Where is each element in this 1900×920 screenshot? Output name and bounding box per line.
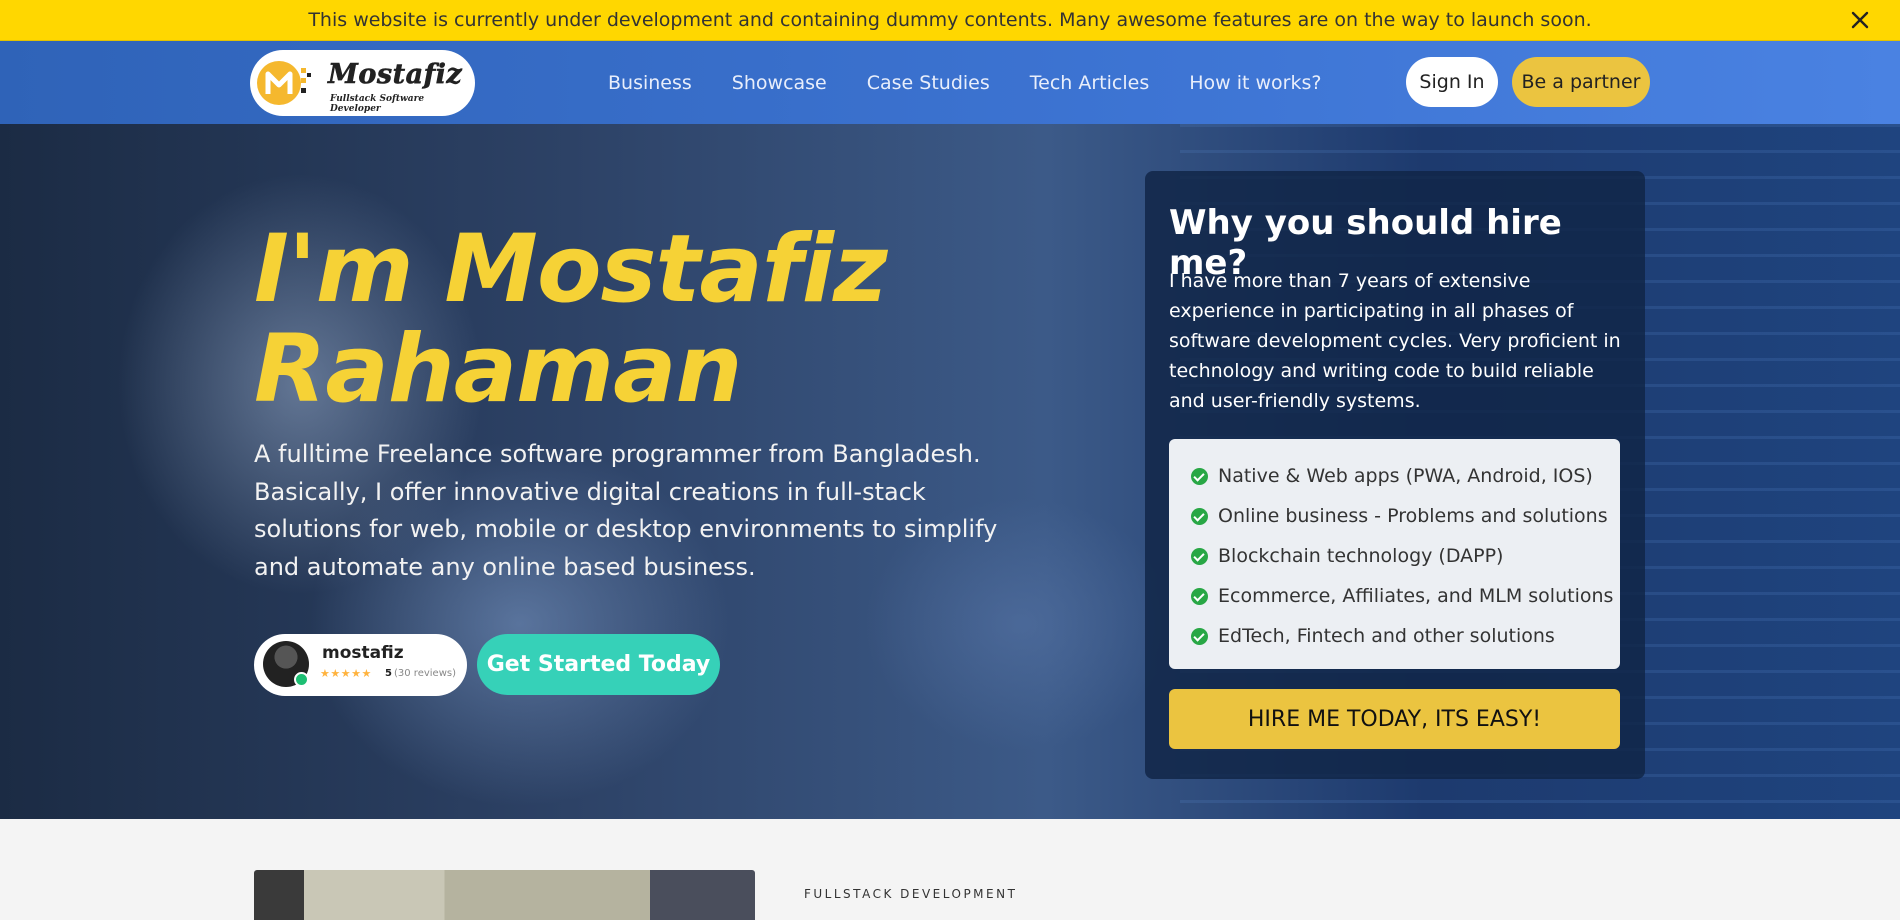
nav-case-studies[interactable]: Case Studies <box>867 72 990 94</box>
section-eyebrow: FULLSTACK DEVELOPMENT <box>804 887 1018 901</box>
check-circle-icon <box>1191 547 1208 565</box>
hero-description: A fulltime Freelance software programmer… <box>254 440 998 581</box>
rating-value: 5 <box>385 668 392 679</box>
service-label: Native & Web apps (PWA, Android, IOS) <box>1218 465 1593 487</box>
workspace-photo <box>254 870 755 920</box>
announcement-text: This website is currently under developm… <box>308 9 1592 31</box>
main-nav: Business Showcase Case Studies Tech Arti… <box>608 41 1321 124</box>
hero-title-line-1: I'm Mostafiz <box>254 215 888 324</box>
list-item: Native & Web apps (PWA, Android, IOS) <box>1191 456 1620 496</box>
hire-card: Why you should hire me? I have more than… <box>1145 171 1645 779</box>
logo-mark-icon <box>257 61 311 105</box>
hire-card-intro: I have more than 7 years of extensive ex… <box>1169 270 1621 412</box>
be-a-partner-button[interactable]: Be a partner <box>1512 57 1650 107</box>
logo-name: Mostafiz <box>328 59 463 91</box>
site-header: Mostafiz Fullstack Software Developer Bu… <box>0 41 1900 124</box>
check-circle-icon <box>1191 587 1208 605</box>
development-section: FULLSTACK DEVELOPMENT <box>0 819 1900 920</box>
nav-business[interactable]: Business <box>608 72 692 94</box>
review-count: (30 reviews) <box>394 668 456 679</box>
hero-section: I'm Mostafiz Rahaman A fulltime Freelanc… <box>0 124 1900 819</box>
close-icon[interactable] <box>1848 8 1872 32</box>
site-logo[interactable]: Mostafiz Fullstack Software Developer <box>250 50 475 116</box>
list-item: EdTech, Fintech and other solutions <box>1191 616 1620 656</box>
profile-rating-badge[interactable]: mostafiz ★★★★★ 5 (30 reviews) <box>254 634 467 696</box>
nav-showcase[interactable]: Showcase <box>732 72 827 94</box>
list-item: Blockchain technology (DAPP) <box>1191 536 1620 576</box>
verified-badge-icon <box>294 672 309 687</box>
check-circle-icon <box>1191 627 1208 645</box>
sign-in-button[interactable]: Sign In <box>1406 57 1498 107</box>
check-circle-icon <box>1191 467 1208 485</box>
service-label: Blockchain technology (DAPP) <box>1218 545 1504 567</box>
announcement-bar: This website is currently under developm… <box>0 0 1900 41</box>
hire-me-button[interactable]: HIRE ME TODAY, ITS EASY! <box>1169 689 1620 749</box>
nav-tech-articles[interactable]: Tech Articles <box>1030 72 1149 94</box>
list-item: Online business - Problems and solutions <box>1191 496 1620 536</box>
service-label: Ecommerce, Affiliates, and MLM solutions <box>1218 585 1614 607</box>
nav-how-it-works[interactable]: How it works? <box>1189 72 1321 94</box>
check-circle-icon <box>1191 507 1208 525</box>
hero-title: I'm Mostafiz Rahaman <box>254 215 888 424</box>
services-list: Native & Web apps (PWA, Android, IOS) On… <box>1169 439 1620 669</box>
get-started-button[interactable]: Get Started Today <box>477 634 720 695</box>
star-rating-icon: ★★★★★ <box>320 667 372 680</box>
list-item: Ecommerce, Affiliates, and MLM solutions <box>1191 576 1620 616</box>
logo-tagline: Fullstack Software Developer <box>330 94 425 114</box>
hero-title-line-2: Rahaman <box>254 315 742 424</box>
service-label: EdTech, Fintech and other solutions <box>1218 625 1555 647</box>
profile-name: mostafiz <box>322 643 404 663</box>
service-label: Online business - Problems and solutions <box>1218 505 1608 527</box>
